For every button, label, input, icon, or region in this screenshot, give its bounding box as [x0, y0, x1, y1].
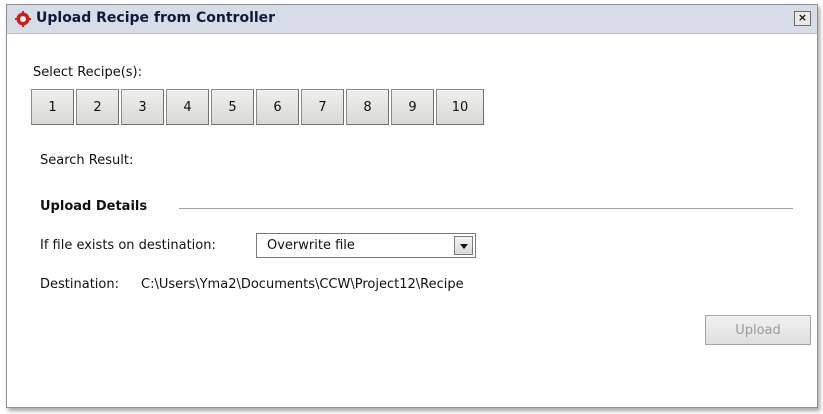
recipe-app-icon: [15, 11, 31, 27]
search-result-label: Search Result:: [40, 153, 134, 168]
recipe-button-5[interactable]: 5: [211, 89, 254, 125]
recipe-button-1[interactable]: 1: [31, 89, 74, 125]
recipe-button-7[interactable]: 7: [301, 89, 344, 125]
close-button[interactable]: ×: [794, 11, 811, 26]
recipe-button-3[interactable]: 3: [121, 89, 164, 125]
recipe-button-4[interactable]: 4: [166, 89, 209, 125]
upload-button[interactable]: Upload: [705, 315, 811, 345]
destination-label: Destination:: [40, 277, 119, 292]
if-file-exists-select[interactable]: Overwrite file: [256, 233, 476, 258]
recipe-button-9[interactable]: 9: [391, 89, 434, 125]
recipe-button-10[interactable]: 10: [436, 89, 484, 125]
if-file-exists-label: If file exists on destination:: [40, 238, 216, 253]
upload-recipe-dialog: Upload Recipe from Controller × Select R…: [6, 4, 818, 408]
close-icon: ×: [797, 11, 808, 24]
group-divider: [179, 208, 793, 209]
window-title: Upload Recipe from Controller: [36, 10, 276, 26]
recipe-button-row: 1 2 3 4 5 6 7 8 9 10: [31, 89, 486, 125]
recipe-button-2[interactable]: 2: [76, 89, 119, 125]
if-file-exists-value: Overwrite file: [267, 238, 355, 253]
chevron-down-icon[interactable]: [454, 236, 473, 255]
recipe-button-6[interactable]: 6: [256, 89, 299, 125]
upload-details-title: Upload Details: [40, 199, 148, 214]
select-recipes-label: Select Recipe(s):: [33, 65, 142, 80]
destination-path: C:\Users\Yma2\Documents\CCW\Project12\Re…: [141, 277, 464, 292]
title-bar: Upload Recipe from Controller ×: [7, 5, 817, 34]
recipe-button-8[interactable]: 8: [346, 89, 389, 125]
